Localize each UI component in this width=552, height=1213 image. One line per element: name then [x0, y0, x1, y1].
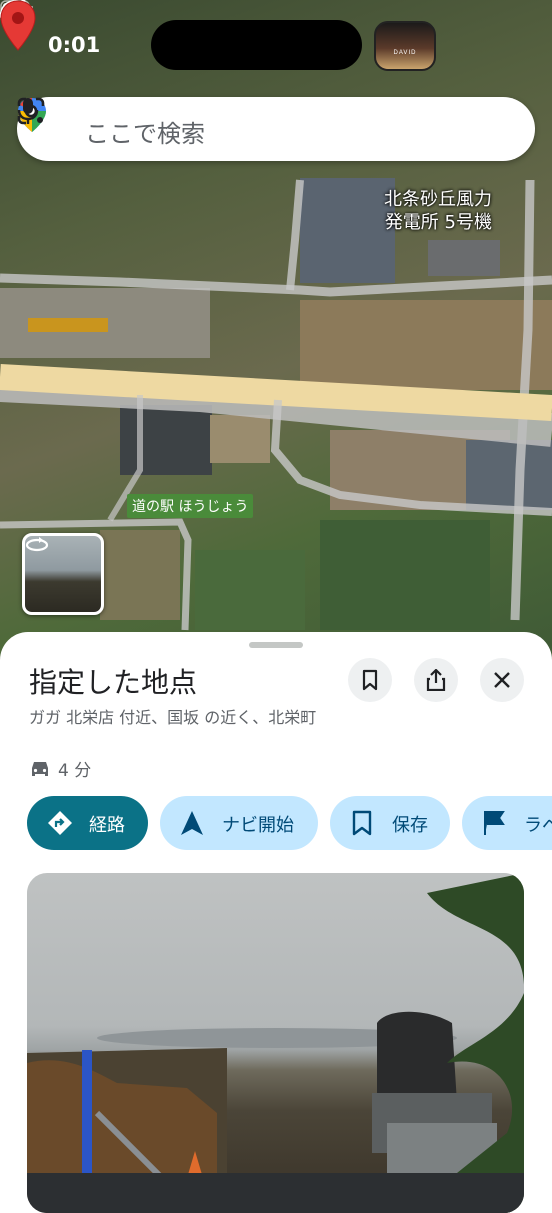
poi-label-wind-turbine[interactable]: 北条砂丘風力 発電所 5号機	[384, 188, 492, 234]
flag-icon	[484, 811, 505, 835]
bookmark-icon	[352, 810, 372, 836]
directions-icon	[48, 811, 72, 835]
share-icon	[426, 669, 446, 691]
place-title: 指定した地点	[29, 666, 198, 699]
drag-handle[interactable]	[249, 642, 303, 648]
search-input[interactable]: ここで検索	[85, 114, 205, 149]
start-navigation-button[interactable]: ナビ開始	[160, 796, 318, 850]
status-bar: 0:01 DAVID	[0, 0, 552, 90]
label-button[interactable]: ラベル	[462, 796, 552, 850]
station-label[interactable]: 道の駅 ほうじょう	[127, 494, 254, 518]
place-sheet[interactable]: 指定した地点 ガガ 北栄店 付近、国坂 の近く、北栄町 4 分 経路 ナビ開始 …	[0, 632, 552, 1213]
directions-button[interactable]: 経路	[27, 796, 148, 850]
save-button[interactable]	[348, 658, 392, 702]
drive-time: 4 分	[58, 761, 92, 781]
now-playing-album-art[interactable]: DAVID	[374, 21, 436, 71]
map-view[interactable]: 0:01 DAVID ここで検索 北条砂丘風力 発電所 5号機 道の駅 ほうじょ…	[0, 0, 552, 660]
street-view-thumbnail[interactable]	[22, 533, 104, 615]
dropped-pin-icon[interactable]	[0, 0, 36, 52]
rotate-360-icon	[25, 537, 49, 552]
dynamic-island[interactable]	[151, 20, 362, 70]
bookmark-icon	[362, 669, 378, 691]
navigation-arrow-icon	[181, 811, 203, 835]
street-view-photo[interactable]	[27, 873, 524, 1213]
share-button[interactable]	[414, 658, 458, 702]
close-icon	[494, 672, 510, 688]
car-icon	[32, 762, 48, 776]
save-chip-button[interactable]: 保存	[330, 796, 450, 850]
search-bar[interactable]: ここで検索	[17, 97, 535, 161]
close-button[interactable]	[480, 658, 524, 702]
street-view-scene	[27, 873, 524, 1213]
google-lens-icon[interactable]	[17, 97, 45, 125]
place-address: ガガ 北栄店 付近、国坂 の近く、北栄町	[29, 708, 317, 727]
status-time: 0:01	[48, 33, 101, 57]
